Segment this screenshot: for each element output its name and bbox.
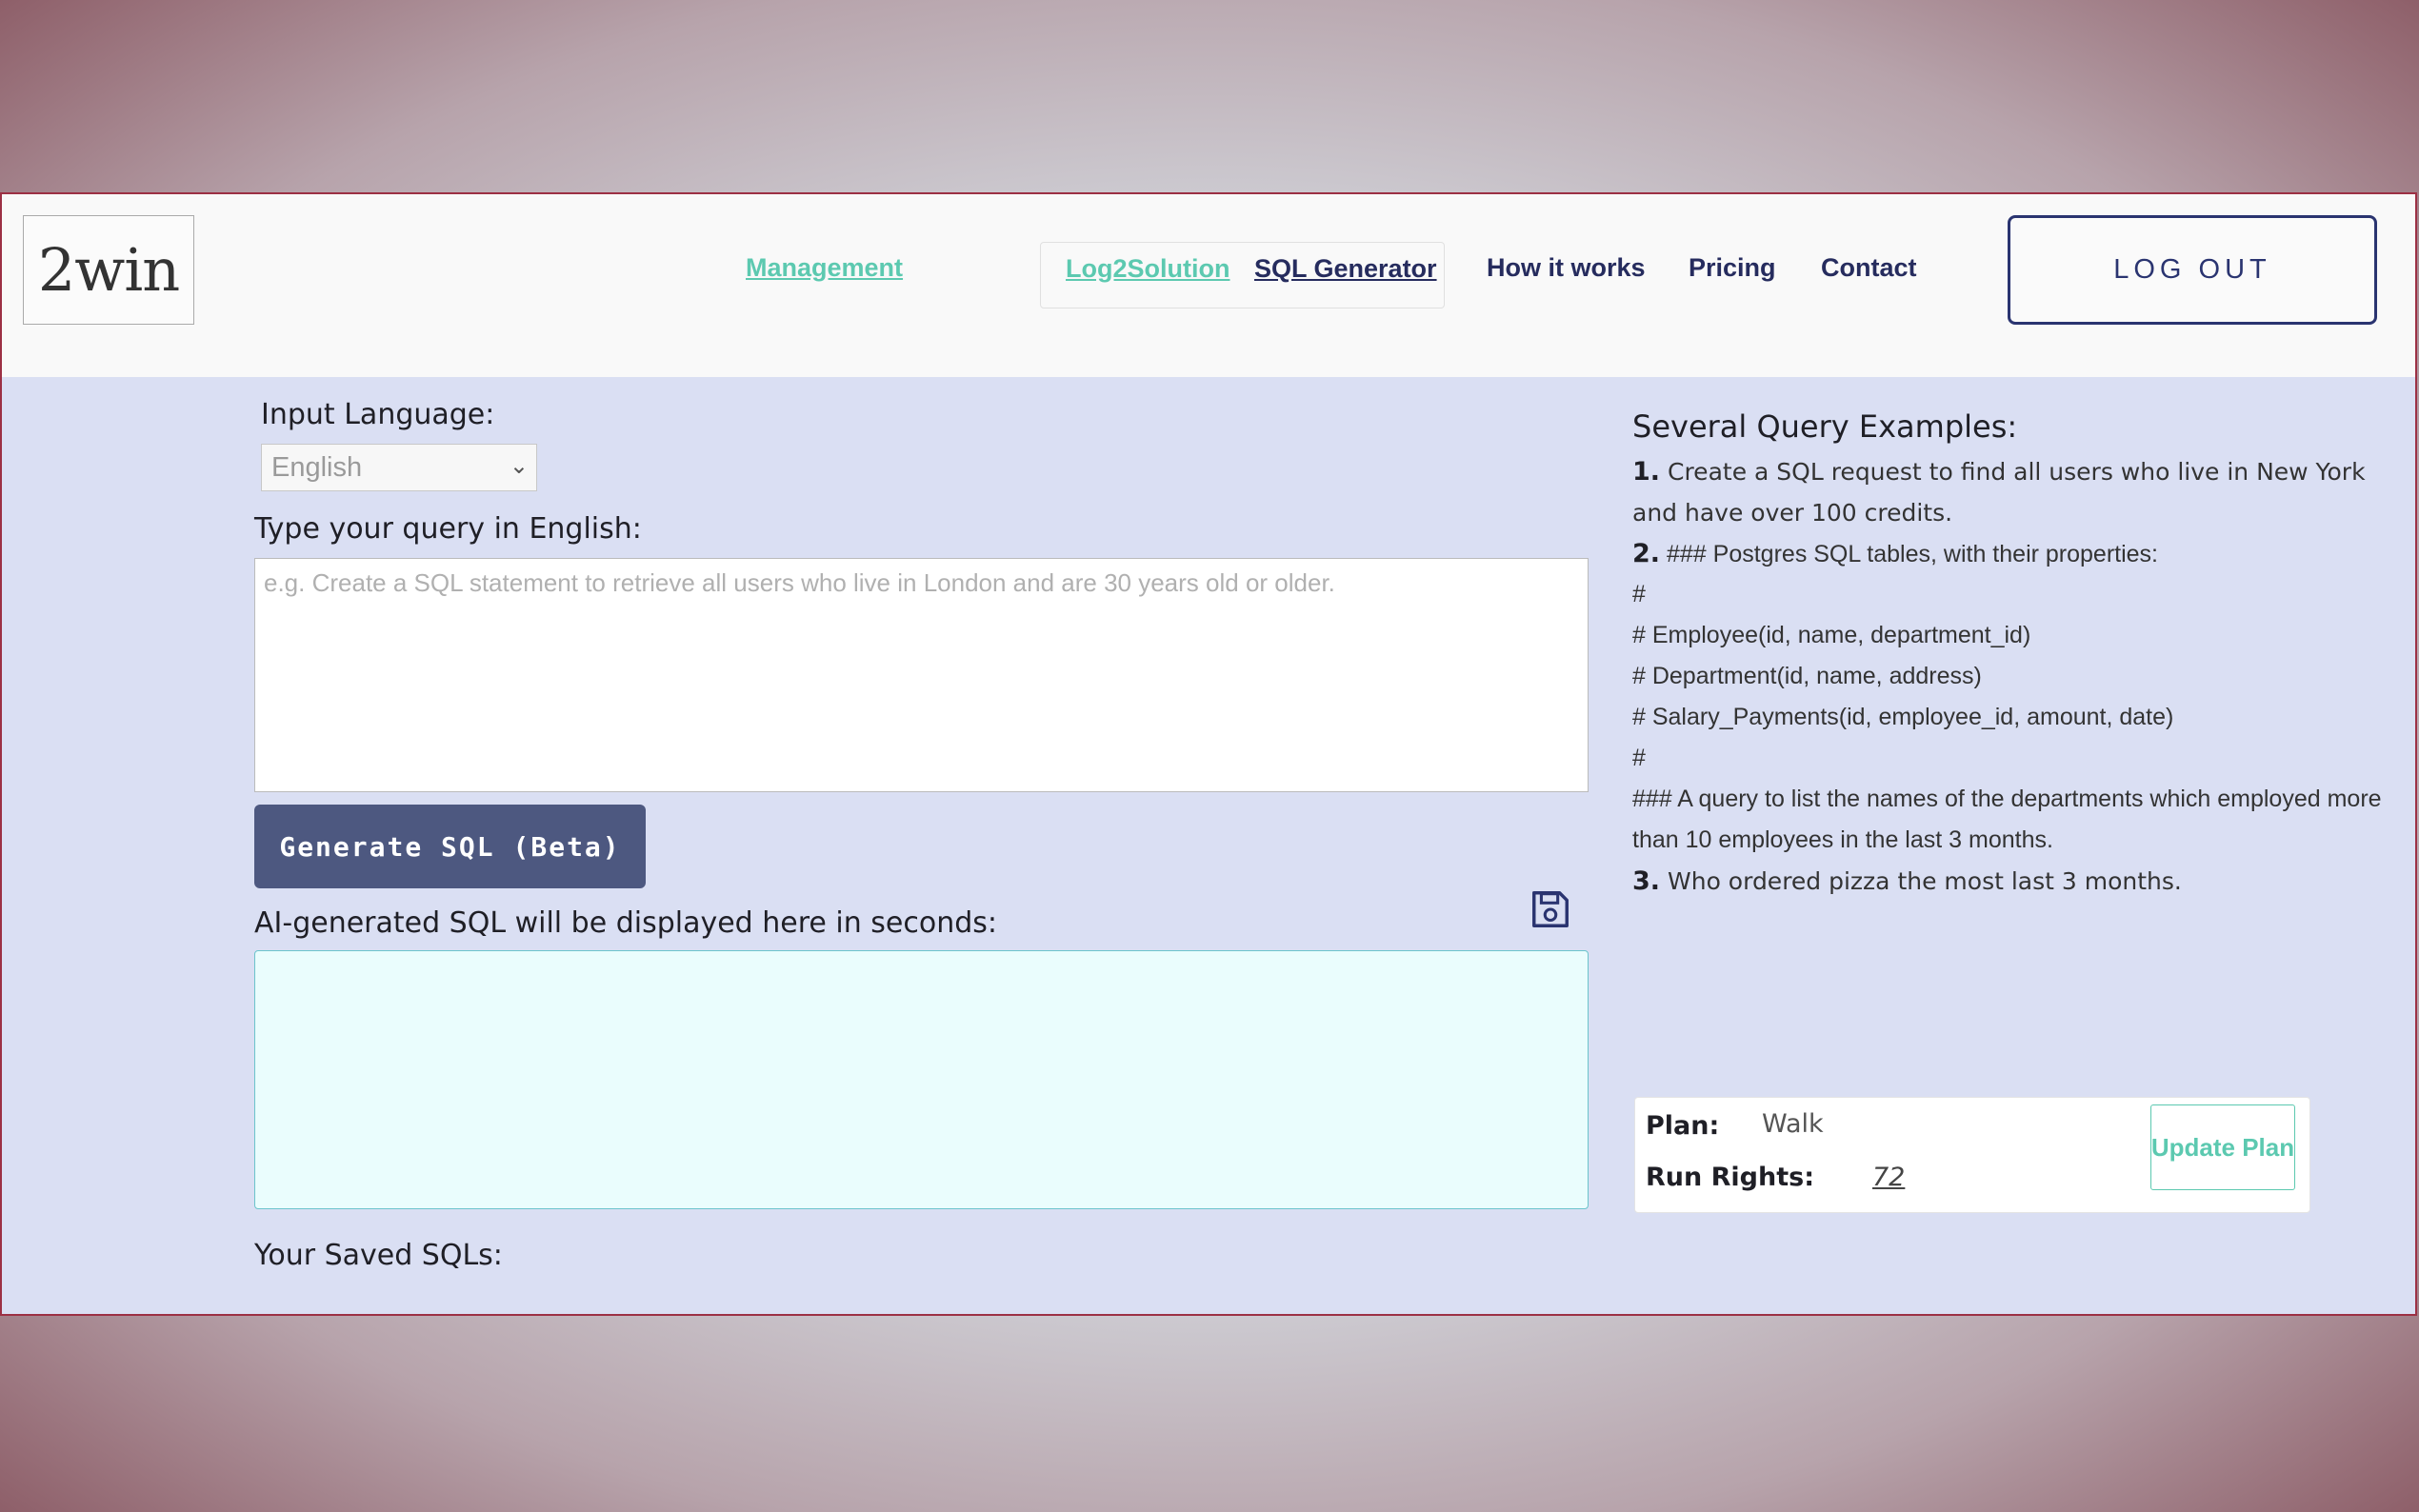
saved-sqls-label: Your Saved SQLs:: [254, 1239, 503, 1272]
nav-how-it-works[interactable]: How it works: [1487, 253, 1646, 283]
example-1-line-1: 1. Create a SQL request to find all user…: [1632, 457, 2366, 487]
sql-output[interactable]: [254, 950, 1589, 1209]
examples-title: Several Query Examples:: [1632, 408, 2018, 445]
app-window: 2win Management Log2Solution SQL Generat…: [0, 192, 2417, 1316]
run-rights-label: Run Rights:: [1646, 1163, 1815, 1192]
example-1-line-2: and have over 100 credits.: [1632, 499, 1953, 527]
query-input[interactable]: e.g. Create a SQL statement to retrieve …: [254, 558, 1589, 792]
example-2-line-6: #: [1632, 745, 1646, 771]
output-label: AI-generated SQL will be displayed here …: [254, 906, 998, 940]
logo[interactable]: 2win: [23, 215, 194, 325]
nav-pricing[interactable]: Pricing: [1689, 253, 1776, 283]
example-2-line-2: #: [1632, 581, 1646, 607]
example-2-line-3: # Employee(id, name, department_id): [1632, 622, 2031, 648]
update-plan-button[interactable]: Update Plan: [2150, 1104, 2295, 1190]
chevron-down-icon: ⌄: [509, 453, 529, 479]
plan-panel: Plan: Walk Run Rights: 72 Update Plan: [1634, 1097, 2310, 1213]
navbar: 2win Management Log2Solution SQL Generat…: [2, 194, 2415, 377]
run-rights-value[interactable]: 72: [1872, 1163, 1905, 1192]
input-language-label: Input Language:: [261, 398, 495, 431]
language-select[interactable]: English ⌄: [261, 444, 537, 491]
plan-value: Walk: [1762, 1109, 1824, 1139]
example-2-line-7: ### A query to list the names of the dep…: [1632, 786, 2382, 812]
save-icon[interactable]: [1529, 887, 1572, 931]
nav-log2solution[interactable]: Log2Solution: [1066, 254, 1229, 284]
example-2-line-8: than 10 employees in the last 3 months.: [1632, 826, 2053, 853]
example-2-line-5: # Salary_Payments(id, employee_id, amoun…: [1632, 704, 2174, 730]
nav-contact[interactable]: Contact: [1821, 253, 1917, 283]
logout-button[interactable]: LOG OUT: [2008, 215, 2377, 325]
nav-sql-generator[interactable]: SQL Generator: [1254, 254, 1437, 284]
plan-label: Plan:: [1646, 1111, 1720, 1141]
example-2-line-1: 2. ### Postgres SQL tables, with their p…: [1632, 539, 2159, 568]
nav-management[interactable]: Management: [746, 253, 903, 283]
example-2-line-4: # Department(id, name, address): [1632, 663, 1982, 689]
generate-sql-button[interactable]: Generate SQL (Beta): [254, 805, 646, 888]
query-placeholder: e.g. Create a SQL statement to retrieve …: [264, 568, 1335, 597]
language-select-value: English: [271, 451, 363, 483]
query-label: Type your query in English:: [254, 512, 642, 546]
example-3-line: 3. Who ordered pizza the most last 3 mon…: [1632, 866, 2182, 896]
